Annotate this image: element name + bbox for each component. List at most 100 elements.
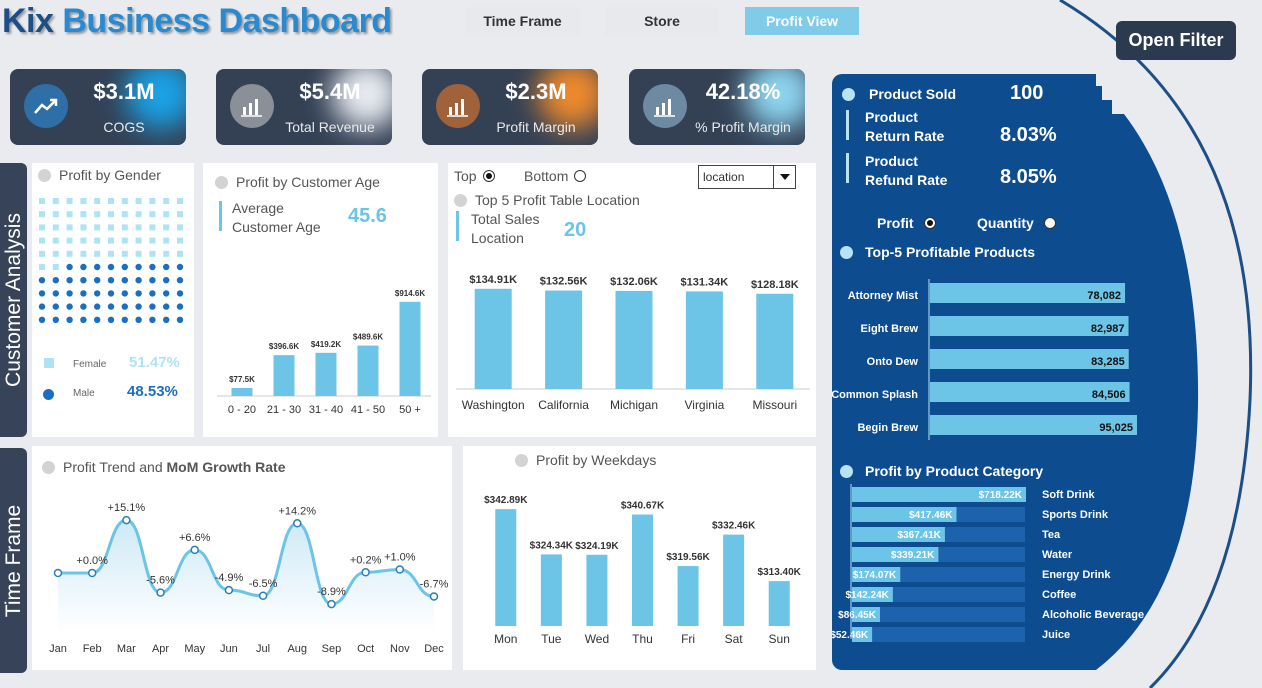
nav-time-frame-button[interactable]: Time Frame [465, 7, 580, 35]
accent-bar [846, 153, 849, 183]
female-icon [66, 211, 73, 218]
data-label: +15.1% [108, 502, 146, 514]
female-icon [177, 250, 183, 257]
age-title: Profit by Customer Age [215, 174, 380, 190]
location-dropdown[interactable]: location [698, 165, 796, 189]
bar [685, 291, 723, 389]
kpi-label: COGS [103, 119, 145, 135]
male-icon [121, 263, 128, 271]
kpi-card-percent-profit-margin: 42.18% % Profit Margin [629, 69, 805, 145]
category-title: Profit by Product Category [840, 463, 1043, 479]
female-icon [177, 211, 183, 218]
tick-label: Michigan [610, 398, 658, 412]
category-label: Common Splash [832, 389, 918, 401]
female-icon [163, 237, 170, 244]
bar [474, 288, 512, 389]
tick-label: May [184, 643, 205, 655]
tick-label: Sat [725, 632, 744, 646]
return-rate-label: Product Return Rate [865, 109, 945, 144]
data-label: +1.0% [384, 552, 416, 564]
female-icon [108, 198, 114, 204]
female-icon [39, 211, 45, 218]
male-icon [52, 277, 59, 284]
time-frame-tab[interactable]: Time Frame [0, 448, 27, 673]
male-icon [135, 290, 142, 297]
data-label: $313.40K [758, 567, 802, 578]
data-label: $332.46K [712, 521, 756, 532]
male-icon [163, 277, 170, 284]
male-icon [94, 290, 101, 297]
bar [495, 509, 517, 626]
data-label: -5.6% [146, 575, 175, 587]
male-icon [149, 290, 156, 297]
category-label: Attorney Mist [848, 290, 919, 302]
female-icon [39, 198, 45, 204]
tick-label: 31 - 40 [309, 404, 343, 416]
data-label: $367.41K [898, 530, 942, 541]
female-icon [135, 224, 142, 231]
open-filter-button[interactable]: Open Filter [1116, 21, 1236, 60]
female-icon [149, 224, 156, 231]
female-icon [135, 198, 142, 204]
gender-card: Profit by Gender Female 51.47% Male 48.5… [32, 163, 194, 437]
tick-label: Feb [83, 643, 102, 655]
tick-label: California [538, 398, 589, 412]
male-legend-swatch [43, 389, 54, 400]
male-icon [66, 316, 73, 323]
tick-label: Aug [287, 643, 307, 655]
accent-bar [219, 201, 222, 231]
data-label: $914.6K [395, 289, 425, 298]
male-percent: 48.53% [127, 383, 178, 400]
data-label: $319.56K [666, 552, 710, 563]
male-icon [94, 277, 101, 284]
female-icon [121, 237, 128, 244]
bar-chart-icon [230, 84, 274, 128]
profit-toggle[interactable]: Profit [877, 215, 936, 231]
data-label: -6.5% [249, 578, 278, 590]
male-icon [52, 290, 59, 297]
female-icon [121, 198, 128, 204]
male-icon [94, 263, 101, 271]
female-icon [39, 224, 45, 231]
male-icon [121, 316, 128, 323]
trend-area [58, 520, 434, 632]
male-icon [94, 303, 101, 310]
female-icon [135, 237, 142, 244]
male-icon [163, 303, 170, 310]
female-icon [80, 224, 87, 231]
trend-point [361, 568, 370, 577]
female-icon [52, 198, 59, 204]
trend-point [87, 568, 97, 578]
tick-label: Missouri [752, 398, 797, 412]
female-icon [177, 237, 183, 244]
radio-icon [574, 170, 587, 182]
category-label: Coffee [1042, 589, 1076, 601]
bar-track [852, 627, 1025, 642]
male-icon [94, 316, 101, 323]
tick-label: 21 - 30 [267, 404, 301, 416]
male-icon [107, 316, 115, 323]
data-label: $128.18K [751, 279, 799, 291]
male-icon [107, 303, 115, 310]
tick-label: Apr [152, 643, 169, 655]
female-icon [163, 211, 170, 218]
chevron-down-icon[interactable] [773, 166, 795, 188]
data-label: +0.2% [350, 554, 382, 566]
nav-profit-view-button[interactable]: Profit View [745, 7, 859, 35]
nav-store-button[interactable]: Store [605, 7, 719, 35]
trend-point [224, 585, 234, 595]
bottom-radio[interactable]: Bottom [524, 168, 587, 184]
tick-label: 0 - 20 [228, 404, 256, 416]
male-icon [135, 316, 142, 323]
tick-label: Jan [49, 643, 67, 655]
quantity-toggle[interactable]: Quantity [977, 215, 1056, 231]
customer-analysis-tab[interactable]: Customer Analysis [0, 163, 27, 437]
female-icon [52, 211, 59, 218]
female-icon [149, 211, 156, 218]
tick-label: Washington [462, 398, 525, 412]
top-radio[interactable]: Top [454, 168, 495, 184]
kpi-label: Total Revenue [285, 119, 375, 135]
female-icon [94, 198, 101, 204]
weekdays-bar-chart: $342.89K Mon $324.34K Tue $324.19K Wed $340.67… [484, 495, 802, 646]
kpi-value: 42.18% [705, 79, 781, 104]
